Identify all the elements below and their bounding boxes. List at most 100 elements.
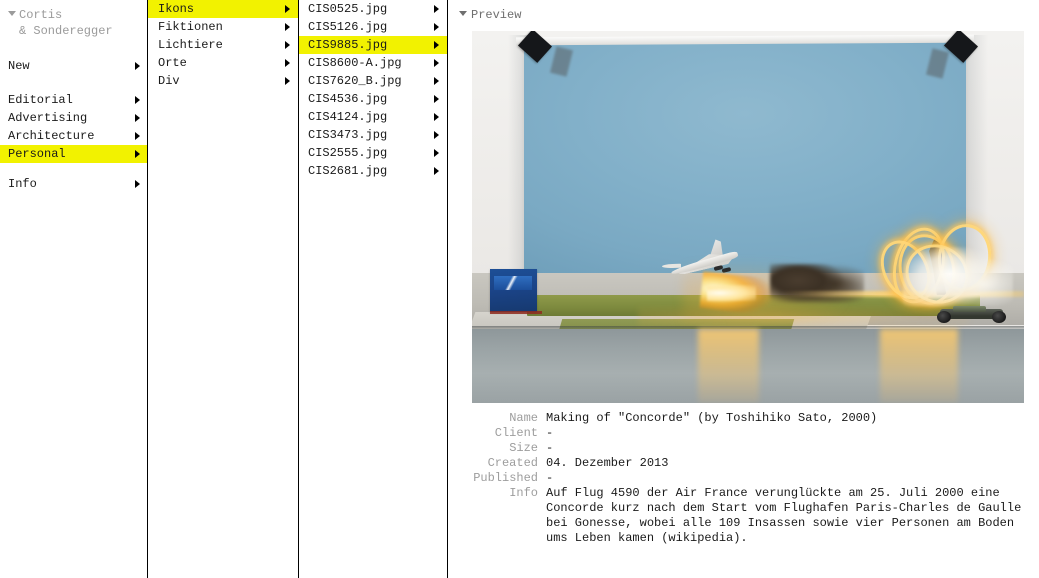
preview-image[interactable] <box>472 31 1024 403</box>
chevron-down-icon <box>8 11 16 16</box>
file-item[interactable]: CIS4536.jpg <box>299 90 447 108</box>
metadata-row-name: Name Making of "Concorde" (by Toshihiko … <box>472 411 1032 426</box>
file-item[interactable]: CIS3473.jpg <box>299 126 447 144</box>
chevron-right-icon <box>434 59 439 67</box>
box-base <box>489 311 543 315</box>
sidebar-item-advertising[interactable]: Advertising <box>0 109 147 127</box>
file-item-label: CIS2555.jpg <box>308 146 388 160</box>
category-item-label: Ikons <box>158 2 195 16</box>
chevron-right-icon <box>434 77 439 85</box>
metadata-row-info: Info Auf Flug 4590 der Air France verung… <box>472 486 1032 546</box>
sidebar-item-new[interactable]: New <box>0 57 147 75</box>
preview-header-label: Preview <box>471 8 522 22</box>
metadata-label: Published <box>473 471 538 485</box>
chevron-right-icon <box>285 41 290 49</box>
file-item-label: CIS3473.jpg <box>308 128 388 142</box>
model-car <box>936 305 1008 324</box>
metadata-label: Info <box>509 486 538 500</box>
chevron-right-icon <box>285 59 290 67</box>
metadata-label: Size <box>509 441 538 455</box>
file-item[interactable]: CIS8600-A.jpg <box>299 54 447 72</box>
metadata-value: Auf Flug 4590 der Air France verunglückt… <box>546 486 1029 545</box>
category-item-lichtiere[interactable]: Lichtiere <box>148 36 298 54</box>
file-item[interactable]: CIS2681.jpg <box>299 162 447 180</box>
water-reflection <box>880 328 958 403</box>
photograph-concorde-miniature <box>472 31 1024 403</box>
brand-header[interactable]: Cortis & Sonderegger <box>0 0 147 39</box>
metadata-value: - <box>546 471 554 485</box>
file-item-selected[interactable]: CIS9885.jpg <box>299 36 447 54</box>
brand-name-line1: Cortis <box>19 8 63 22</box>
metadata-label: Name <box>509 411 538 425</box>
flame-core <box>706 284 757 302</box>
chevron-right-icon <box>434 95 439 103</box>
category-item-label: Fiktionen <box>158 20 223 34</box>
water-reflection <box>698 328 760 403</box>
preview-column: Preview Name Making of "Concorde" (by To… <box>448 0 1039 578</box>
sidebar-item-label: Personal <box>8 147 66 161</box>
chevron-right-icon <box>135 96 140 104</box>
file-item-label: CIS7620_B.jpg <box>308 74 402 88</box>
chevron-right-icon <box>135 62 140 70</box>
category-item-label: Div <box>158 74 180 88</box>
sidebar-item-label: Advertising <box>8 111 88 125</box>
chevron-right-icon <box>434 167 439 175</box>
chevron-right-icon <box>434 5 439 13</box>
file-item-label: CIS5126.jpg <box>308 20 388 34</box>
sidebar-item-label: Info <box>8 177 37 191</box>
file-item-label: CIS4536.jpg <box>308 92 388 106</box>
file-item[interactable]: CIS2555.jpg <box>299 144 447 162</box>
car-deck <box>952 305 986 313</box>
chevron-right-icon <box>434 23 439 31</box>
white-smoke-cloud <box>902 246 1013 307</box>
category-item-fiktionen[interactable]: Fiktionen <box>148 18 298 36</box>
sidebar-item-editorial[interactable]: Editorial <box>0 91 147 109</box>
file-item-label: CIS0525.jpg <box>308 2 388 16</box>
preview-header[interactable]: Preview <box>448 0 1039 23</box>
metadata-row-size: Size - <box>472 441 1032 456</box>
box-artwork <box>494 275 532 291</box>
sidebar-item-architecture[interactable]: Architecture <box>0 127 147 145</box>
file-item[interactable]: CIS4124.jpg <box>299 108 447 126</box>
category-item-label: Lichtiere <box>158 38 223 52</box>
category-item-ikons[interactable]: Ikons <box>148 0 298 18</box>
sidebar-item-label: Editorial <box>8 93 73 107</box>
file-item-label: CIS8600-A.jpg <box>308 56 402 70</box>
chevron-right-icon <box>434 149 439 157</box>
chevron-right-icon <box>285 77 290 85</box>
chevron-right-icon <box>285 23 290 31</box>
category-item-orte[interactable]: Orte <box>148 54 298 72</box>
category-item-label: Orte <box>158 56 187 70</box>
chevron-right-icon <box>135 114 140 122</box>
chevron-right-icon <box>434 41 439 49</box>
chevron-right-icon <box>135 150 140 158</box>
sidebar-item-label: New <box>8 59 30 73</box>
file-item[interactable]: CIS5126.jpg <box>299 18 447 36</box>
metadata-row-published: Published - <box>472 471 1032 486</box>
sidebar-item-info[interactable]: Info <box>0 175 147 193</box>
metadata-row-client: Client - <box>472 426 1032 441</box>
metadata-value: - <box>546 426 554 440</box>
metadata-label: Created <box>487 456 538 470</box>
sidebar-sections-column: Cortis & Sonderegger New Editorial Adver… <box>0 0 148 578</box>
category-item-div[interactable]: Div <box>148 72 298 90</box>
chevron-right-icon <box>135 132 140 140</box>
file-item[interactable]: CIS7620_B.jpg <box>299 72 447 90</box>
sidebar-item-personal[interactable]: Personal <box>0 145 147 163</box>
metadata-label: Client <box>494 426 538 440</box>
metadata-table: Name Making of "Concorde" (by Toshihiko … <box>472 411 1032 546</box>
concorde-engine <box>722 266 732 274</box>
chevron-down-icon <box>459 11 467 16</box>
file-item-label: CIS2681.jpg <box>308 164 388 178</box>
categories-column: Ikons Fiktionen Lichtiere Orte Div <box>148 0 299 578</box>
concorde-nose <box>662 263 682 268</box>
blue-product-box <box>489 269 543 315</box>
files-column: CIS0525.jpg CIS5126.jpg CIS9885.jpg CIS8… <box>299 0 448 578</box>
file-item-label: CIS9885.jpg <box>308 38 388 52</box>
chevron-right-icon <box>434 131 439 139</box>
metadata-value: - <box>546 441 554 455</box>
chevron-right-icon <box>434 113 439 121</box>
file-item[interactable]: CIS0525.jpg <box>299 0 447 18</box>
car-wheel <box>937 310 952 324</box>
